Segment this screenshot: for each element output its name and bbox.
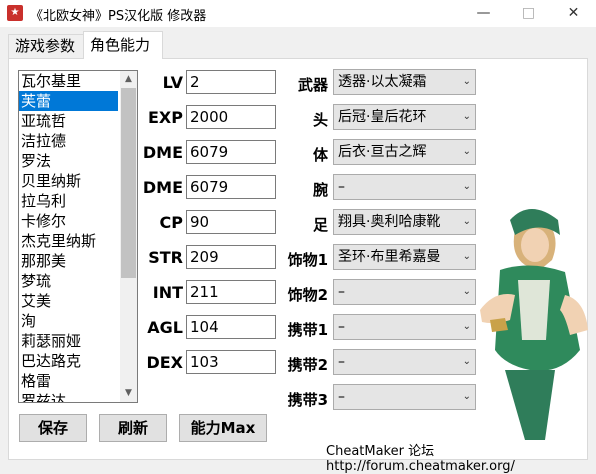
body-select[interactable]: 后衣·亘古之辉 ⌄ [333,139,476,165]
maximize-button[interactable]: □ [506,0,551,27]
dme-label: DME [142,143,183,162]
close-button[interactable]: ✕ [551,0,596,27]
head-label: 头 [312,111,328,129]
body-select-value: 后衣·亘古之辉 [338,144,427,160]
character-list[interactable]: 瓦尔基里 芙蕾 亚琉哲 洁拉德 罗法 贝里纳斯 拉乌利 卡修尔 杰克里纳斯 那那… [18,70,138,403]
lv-input[interactable]: 2 [186,70,276,94]
accessory2-select-value: – [338,284,345,300]
lv-label: LV [162,73,183,92]
dex-input[interactable]: 103 [186,350,276,374]
chevron-down-icon: ⌄ [462,146,471,157]
save-button[interactable]: 保存 [19,414,87,442]
weapon-select-value: 透器·以太凝霜 [338,74,427,90]
foot-select[interactable]: 翔具·奥利哈康靴 ⌄ [333,209,476,235]
str-label: STR [148,248,183,267]
tab-character-abilities[interactable]: 角色能力 [83,31,163,59]
accessory2-select[interactable]: – ⌄ [333,279,476,305]
chevron-down-icon: ⌄ [462,251,471,262]
chevron-down-icon: ⌄ [462,321,471,332]
carry1-select-value: – [338,319,345,335]
cp-label: CP [159,213,183,232]
foot-label: 足 [312,216,328,234]
carry3-select[interactable]: – ⌄ [333,384,476,410]
int-input[interactable]: 211 [186,280,276,304]
carry3-select-value: – [338,389,345,405]
app-icon: ★ [7,5,23,21]
cp-input[interactable]: 90 [186,210,276,234]
body-label: 体 [312,146,328,164]
carry2-select[interactable]: – ⌄ [333,349,476,375]
tab-game-params[interactable]: 游戏参数 [8,34,84,58]
dex-label: DEX [146,353,183,372]
chevron-down-icon: ⌄ [462,216,471,227]
accessory1-select-value: 圣环·布里希嘉曼 [338,249,441,265]
carry2-label: 携带2 [287,356,328,374]
weapon-select[interactable]: 透器·以太凝霜 ⌄ [333,69,476,95]
exp-input[interactable]: 2000 [186,105,276,129]
carry1-select[interactable]: – ⌄ [333,314,476,340]
arm-select-value: – [338,179,345,195]
chevron-down-icon: ⌄ [462,76,471,87]
head-select[interactable]: 后冠·皇后花环 ⌄ [333,104,476,130]
max-abilities-button[interactable]: 能力Max [179,414,267,442]
head-select-value: 后冠·皇后花环 [338,109,427,125]
exp-label: EXP [148,108,183,127]
dme-max-label: DME [142,178,183,197]
arm-select[interactable]: – ⌄ [333,174,476,200]
carry1-label: 携带1 [287,321,328,339]
chevron-down-icon: ⌄ [462,391,471,402]
title-bar: ★ 《北欧女神》PS汉化版 修改器 — □ ✕ [0,0,596,27]
minimize-button[interactable]: — [461,0,506,27]
chevron-down-icon: ⌄ [462,356,471,367]
chevron-down-icon: ⌄ [462,181,471,192]
dme-max-input[interactable]: 6079 [186,175,276,199]
scroll-down-arrow-icon[interactable]: ▼ [120,385,137,402]
agl-label: AGL [147,318,183,337]
chevron-down-icon: ⌄ [462,111,471,122]
accessory2-label: 饰物2 [287,286,328,304]
carry3-label: 携带3 [287,391,328,409]
accessory1-label: 饰物1 [287,251,328,269]
accessory1-select[interactable]: 圣环·布里希嘉曼 ⌄ [333,244,476,270]
int-label: INT [152,283,183,302]
refresh-button[interactable]: 刷新 [99,414,167,442]
tab-bar: 游戏参数 角色能力 [0,27,596,59]
str-input[interactable]: 209 [186,245,276,269]
chevron-down-icon: ⌄ [462,286,471,297]
foot-select-value: 翔具·奥利哈康靴 [338,214,441,230]
carry2-select-value: – [338,354,345,370]
character-portrait [480,209,588,440]
weapon-label: 武器 [297,76,328,94]
dme-input[interactable]: 6079 [186,140,276,164]
arm-label: 腕 [312,181,328,199]
agl-input[interactable]: 104 [186,315,276,339]
window-title: 《北欧女神》PS汉化版 修改器 [30,9,207,24]
list-item-selected[interactable]: 芙蕾 [19,91,118,111]
forum-link[interactable]: CheatMaker 论坛 http://forum.cheatmaker.or… [326,440,596,474]
